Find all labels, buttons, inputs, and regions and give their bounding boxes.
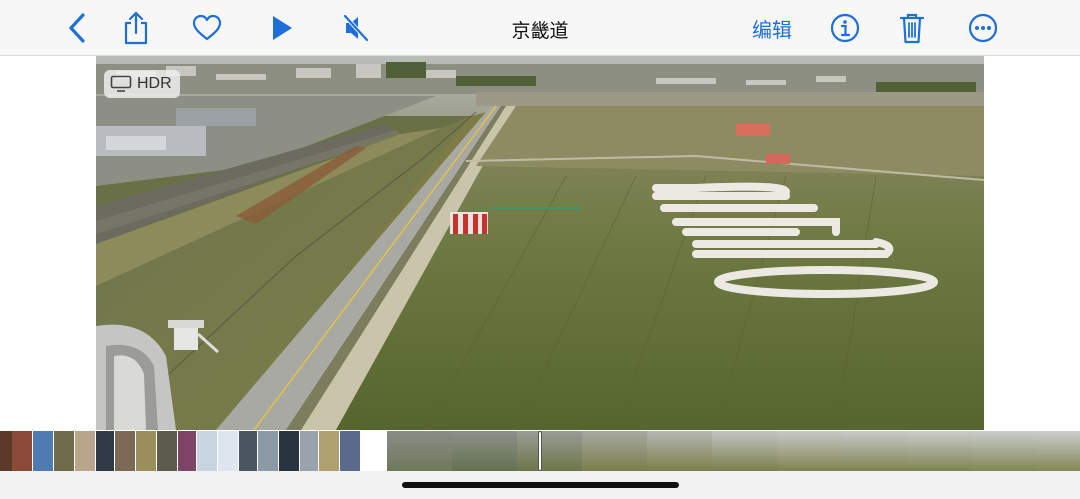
video-frame[interactable] bbox=[517, 431, 582, 471]
more-button[interactable] bbox=[963, 8, 1003, 48]
info-icon bbox=[830, 13, 860, 43]
play-icon bbox=[273, 16, 292, 40]
airfield-photo bbox=[96, 56, 984, 430]
video-frame[interactable] bbox=[452, 431, 517, 471]
thumbnail[interactable] bbox=[0, 431, 12, 471]
thumbnail[interactable] bbox=[136, 431, 156, 471]
video-frame[interactable] bbox=[907, 431, 972, 471]
thumbnail[interactable] bbox=[319, 431, 339, 471]
video-frame[interactable] bbox=[1037, 431, 1080, 471]
video-frame[interactable] bbox=[712, 431, 777, 471]
video-frame[interactable] bbox=[842, 431, 907, 471]
top-toolbar: 京畿道 编辑 bbox=[0, 0, 1080, 56]
video-frame[interactable] bbox=[582, 431, 647, 471]
photo-view[interactable]: HDR bbox=[96, 56, 984, 430]
play-button[interactable] bbox=[262, 8, 302, 48]
thumbnail[interactable] bbox=[75, 431, 95, 471]
hdr-label: HDR bbox=[137, 75, 172, 92]
thumbnail[interactable] bbox=[218, 431, 238, 471]
playhead-scrubber[interactable] bbox=[538, 431, 542, 471]
heart-icon bbox=[192, 14, 222, 41]
thumbnail[interactable] bbox=[115, 431, 135, 471]
thumbnail[interactable] bbox=[12, 431, 32, 471]
thumbnail[interactable] bbox=[340, 431, 360, 471]
mute-button[interactable] bbox=[336, 8, 376, 48]
video-frame[interactable] bbox=[387, 431, 452, 471]
home-indicator[interactable] bbox=[402, 482, 679, 488]
hdr-badge[interactable]: HDR bbox=[104, 70, 180, 98]
back-chevron-icon bbox=[69, 13, 85, 43]
thumbnail[interactable] bbox=[197, 431, 217, 471]
info-button[interactable] bbox=[825, 8, 865, 48]
share-button[interactable] bbox=[116, 8, 156, 48]
edit-button[interactable]: 编辑 bbox=[752, 14, 792, 43]
back-button[interactable] bbox=[58, 8, 98, 48]
thumbnail[interactable] bbox=[178, 431, 196, 471]
thumbnail[interactable] bbox=[33, 431, 53, 471]
video-frame[interactable] bbox=[972, 431, 1037, 471]
album-title: 京畿道 bbox=[511, 20, 569, 42]
more-icon bbox=[968, 13, 998, 43]
thumbnail[interactable] bbox=[300, 431, 318, 471]
thumbnail[interactable] bbox=[279, 431, 299, 471]
thumbnail[interactable] bbox=[54, 431, 74, 471]
thumbnail[interactable] bbox=[157, 431, 177, 471]
delete-button[interactable] bbox=[892, 8, 932, 48]
display-icon bbox=[110, 75, 132, 92]
trash-icon bbox=[899, 13, 925, 44]
video-frame[interactable] bbox=[647, 431, 712, 471]
thumbnail[interactable] bbox=[258, 431, 278, 471]
favorite-button[interactable] bbox=[187, 8, 227, 48]
video-frame[interactable] bbox=[777, 431, 842, 471]
mute-icon bbox=[343, 14, 369, 42]
thumbnail[interactable] bbox=[96, 431, 114, 471]
thumbnail[interactable] bbox=[239, 431, 257, 471]
share-icon bbox=[124, 11, 148, 45]
